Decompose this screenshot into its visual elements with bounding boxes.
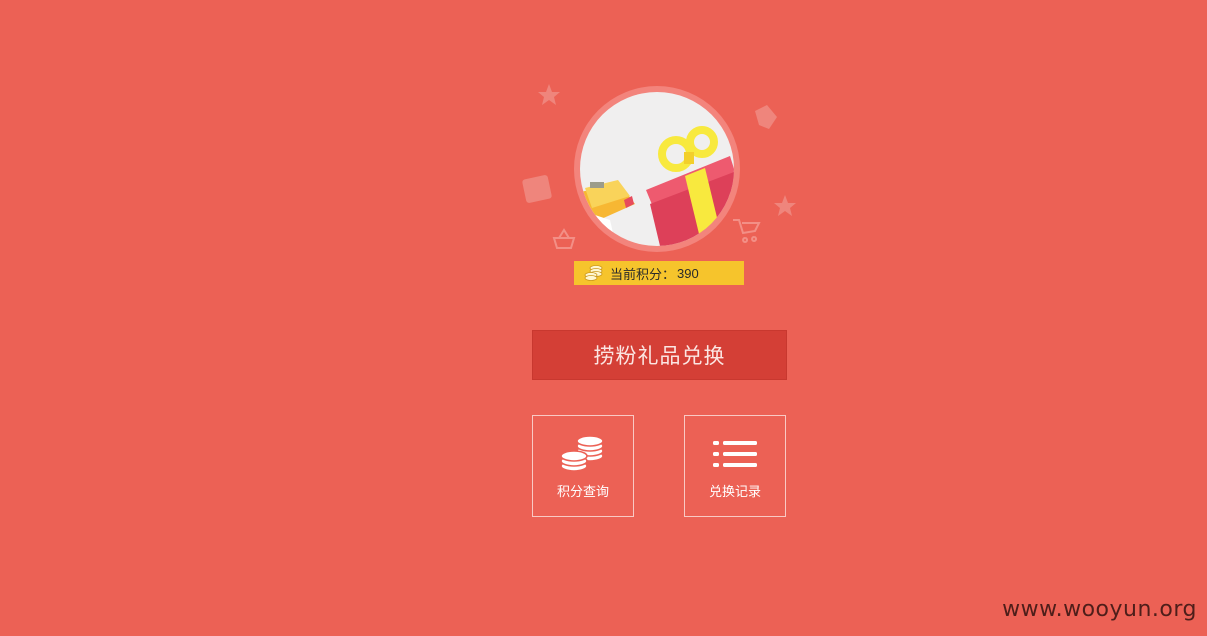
shop-icon (522, 175, 552, 203)
exchange-records-label: 兑换记录 (708, 485, 761, 500)
cart-icon (733, 219, 761, 243)
list-icon (713, 441, 757, 467)
gift-illustration (580, 126, 734, 246)
points-value: 390 (677, 265, 699, 281)
points-query-label: 积分查询 (556, 485, 609, 500)
watermark: www.wooyun.org (1002, 597, 1197, 622)
star-icon (538, 84, 560, 105)
tag-icon (755, 105, 777, 129)
avatar (574, 86, 740, 252)
basket-icon (552, 228, 576, 249)
points-query-button[interactable]: 积分查询 (532, 415, 634, 517)
star-icon-right (774, 195, 796, 216)
points-label: 当前积分： (610, 267, 676, 283)
gift-exchange-button[interactable]: 捞粉礼品兑换 (532, 330, 787, 380)
avatar-image (580, 92, 734, 246)
exchange-records-button[interactable]: 兑换记录 (684, 415, 786, 517)
gift-exchange-button-label: 捞粉礼品兑换 (593, 344, 726, 368)
current-points-bar: 当前积分： 390 (574, 261, 744, 285)
coins-icon (560, 435, 604, 472)
coins-icon (584, 265, 603, 281)
